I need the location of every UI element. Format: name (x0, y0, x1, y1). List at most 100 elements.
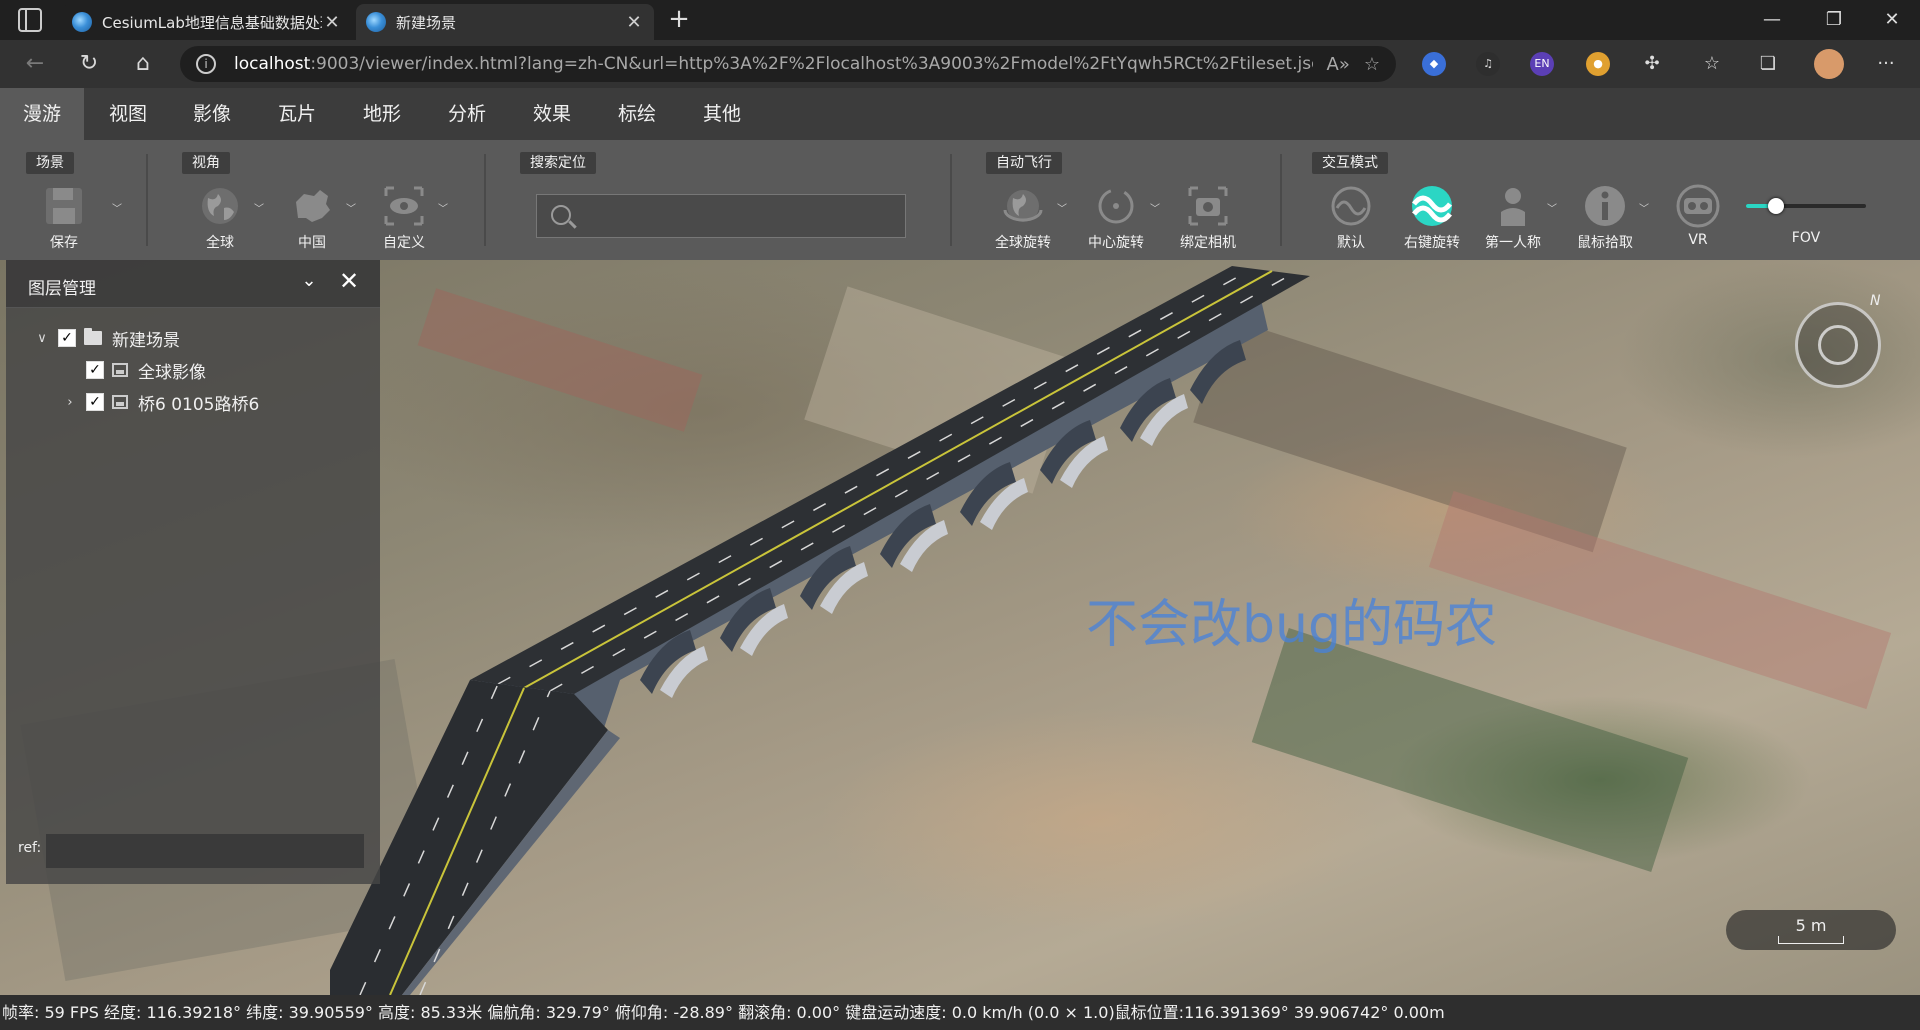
layer-tree-item-bridge[interactable]: › ✓ 桥6 0105路桥6 (60, 388, 259, 416)
puzzle-icon[interactable]: ✣ (1640, 52, 1664, 76)
back-icon[interactable]: ← (18, 48, 52, 80)
shield-extension-icon[interactable]: ◆ (1422, 52, 1446, 76)
toolbar-divider (484, 154, 486, 246)
fov-label: FOV (1766, 226, 1846, 250)
tab-actions-icon[interactable] (18, 8, 42, 32)
vr-label: VR (1688, 232, 1708, 248)
default-mode-button[interactable]: 默认 (1311, 184, 1391, 254)
fov-slider-handle[interactable] (1768, 198, 1784, 214)
image-layer-icon (112, 363, 128, 377)
ref-input[interactable] (46, 834, 364, 868)
center-rotate-button[interactable]: 中心旋转 ﹀ (1076, 184, 1160, 254)
profile-avatar[interactable] (1814, 49, 1844, 79)
app-menu-bar: 漫游 视图 影像 瓦片 地形 分析 效果 标绘 其他 (0, 88, 1920, 140)
menu-other[interactable]: 其他 (690, 88, 754, 140)
translate-extension-icon[interactable]: EN (1530, 52, 1554, 76)
wave-circle-icon (1331, 186, 1371, 226)
layer-tree-item-global-imagery[interactable]: ✓ 全球影像 (60, 356, 206, 384)
bind-camera-button[interactable]: 绑定相机 (1168, 184, 1248, 254)
cesium-3d-viewport[interactable]: 不会改bug的码农 N 5 m 图层管理 ⌄ ✕ ∨ ✓ 新建场景 ✓ 全球影像… (0, 260, 1920, 995)
collections-icon[interactable]: ❏ (1756, 52, 1780, 76)
scale-bar-label: 5 m (1795, 916, 1827, 935)
mouse-pick-button[interactable]: 鼠标拾取 ﹀ (1565, 184, 1649, 254)
site-info-icon[interactable]: i (196, 54, 216, 74)
vr-button[interactable]: VR (1658, 184, 1738, 254)
compass-north-label: N (1870, 293, 1881, 309)
chevron-down-icon[interactable]: ﹀ (254, 200, 264, 215)
more-options-icon[interactable]: ··· (1874, 52, 1898, 76)
menu-roam[interactable]: 漫游 (0, 88, 84, 140)
restore-window-button[interactable]: ❐ (1810, 4, 1858, 36)
first-person-button[interactable]: 第一人称 ﹀ (1473, 184, 1557, 254)
close-tab-icon[interactable]: ✕ (624, 12, 644, 33)
chevron-down-icon[interactable]: ﹀ (112, 200, 122, 215)
globe-rotate-button[interactable]: 全球旋转 ﹀ (983, 184, 1067, 254)
add-favorite-icon[interactable]: ☆ (1364, 54, 1380, 75)
color-extension-icon[interactable]: ● (1586, 52, 1610, 76)
refresh-icon[interactable]: ↻ (72, 48, 106, 80)
compass-center-icon[interactable] (1818, 325, 1858, 365)
close-window-button[interactable]: ✕ (1868, 4, 1916, 36)
custom-view-button[interactable]: 自定义 ﹀ (364, 184, 448, 254)
layer-checkbox[interactable]: ✓ (86, 361, 104, 379)
navigation-compass[interactable]: N (1795, 293, 1881, 388)
save-button[interactable]: 保存 ﹀ (24, 184, 122, 254)
chevron-down-icon[interactable]: ﹀ (1057, 200, 1067, 215)
menu-effects[interactable]: 效果 (520, 88, 584, 140)
location-search-input[interactable] (581, 201, 891, 231)
menu-plot[interactable]: 标绘 (605, 88, 669, 140)
globe-view-button[interactable]: 全球 ﹀ (180, 184, 264, 254)
chevron-down-icon[interactable]: ﹀ (1639, 200, 1649, 215)
search-icon (551, 205, 571, 225)
chevron-down-icon[interactable]: ﹀ (438, 200, 448, 215)
status-bar: 帧率: 59 FPS 经度: 116.39218° 纬度: 39.90559° … (0, 995, 1920, 1030)
cesium-favicon-icon (72, 12, 92, 32)
scale-bar-line (1778, 936, 1844, 944)
camera-link-icon (1188, 186, 1228, 226)
menu-imagery[interactable]: 影像 (180, 88, 244, 140)
person-icon (1501, 188, 1525, 226)
url-path: :9003/viewer/index.html?lang=zh-CN&url=h… (310, 54, 1313, 74)
fov-slider[interactable] (1746, 198, 1866, 214)
china-view-button[interactable]: 中国 ﹀ (272, 184, 356, 254)
close-tab-icon[interactable]: ✕ (322, 12, 342, 33)
group-label-view: 视角 (182, 152, 230, 174)
url-field[interactable]: i localhost:9003/viewer/index.html?lang=… (180, 46, 1396, 82)
address-bar-row: ← ↻ ⌂ i localhost:9003/viewer/index.html… (0, 40, 1920, 88)
watermark-text: 不会改bug的码农 (1086, 595, 1497, 655)
bell-extension-icon[interactable]: ♫ (1476, 52, 1500, 76)
menu-view[interactable]: 视图 (96, 88, 160, 140)
vr-headset-icon (1676, 184, 1720, 228)
toolbar-divider (146, 154, 148, 246)
collapse-panel-icon[interactable]: ⌄ (296, 270, 322, 296)
chevron-down-icon[interactable]: ﹀ (1547, 200, 1557, 215)
location-search-box[interactable] (536, 194, 906, 238)
browser-tab-new-scene[interactable]: 新建场景 ✕ (356, 4, 654, 40)
layer-tree-item-scene[interactable]: ∨ ✓ 新建场景 (32, 324, 180, 352)
chevron-down-icon[interactable]: ∨ (32, 331, 52, 346)
globe-label: 全球 (206, 235, 234, 251)
minimize-window-button[interactable]: — (1748, 4, 1796, 36)
info-icon (1585, 186, 1625, 226)
new-tab-button[interactable]: + (664, 6, 694, 34)
layer-checkbox[interactable]: ✓ (86, 393, 104, 411)
close-panel-icon[interactable]: ✕ (336, 268, 362, 294)
right-rotate-button[interactable]: 右键旋转 (1392, 184, 1472, 254)
chevron-right-icon[interactable]: › (60, 395, 80, 410)
read-aloud-icon[interactable]: A» (1327, 54, 1350, 75)
menu-analysis[interactable]: 分析 (435, 88, 499, 140)
chevron-down-icon[interactable]: ﹀ (1150, 200, 1160, 215)
favorites-icon[interactable]: ☆ (1700, 52, 1724, 76)
layer-label: 桥6 0105路桥6 (138, 394, 260, 415)
group-label-search: 搜索定位 (520, 152, 596, 174)
home-icon[interactable]: ⌂ (126, 48, 160, 80)
layer-checkbox[interactable]: ✓ (58, 329, 76, 347)
ref-label: ref: (18, 840, 42, 856)
chevron-down-icon[interactable]: ﹀ (346, 200, 356, 215)
tab-title: CesiumLab地理信息基础数据处理 (102, 13, 322, 32)
layer-label: 全球影像 (138, 362, 206, 383)
menu-tiles[interactable]: 瓦片 (265, 88, 329, 140)
browser-tab-cesiumlab[interactable]: CesiumLab地理信息基础数据处理 ✕ (62, 4, 352, 40)
image-layer-icon (112, 395, 128, 409)
menu-terrain[interactable]: 地形 (350, 88, 414, 140)
